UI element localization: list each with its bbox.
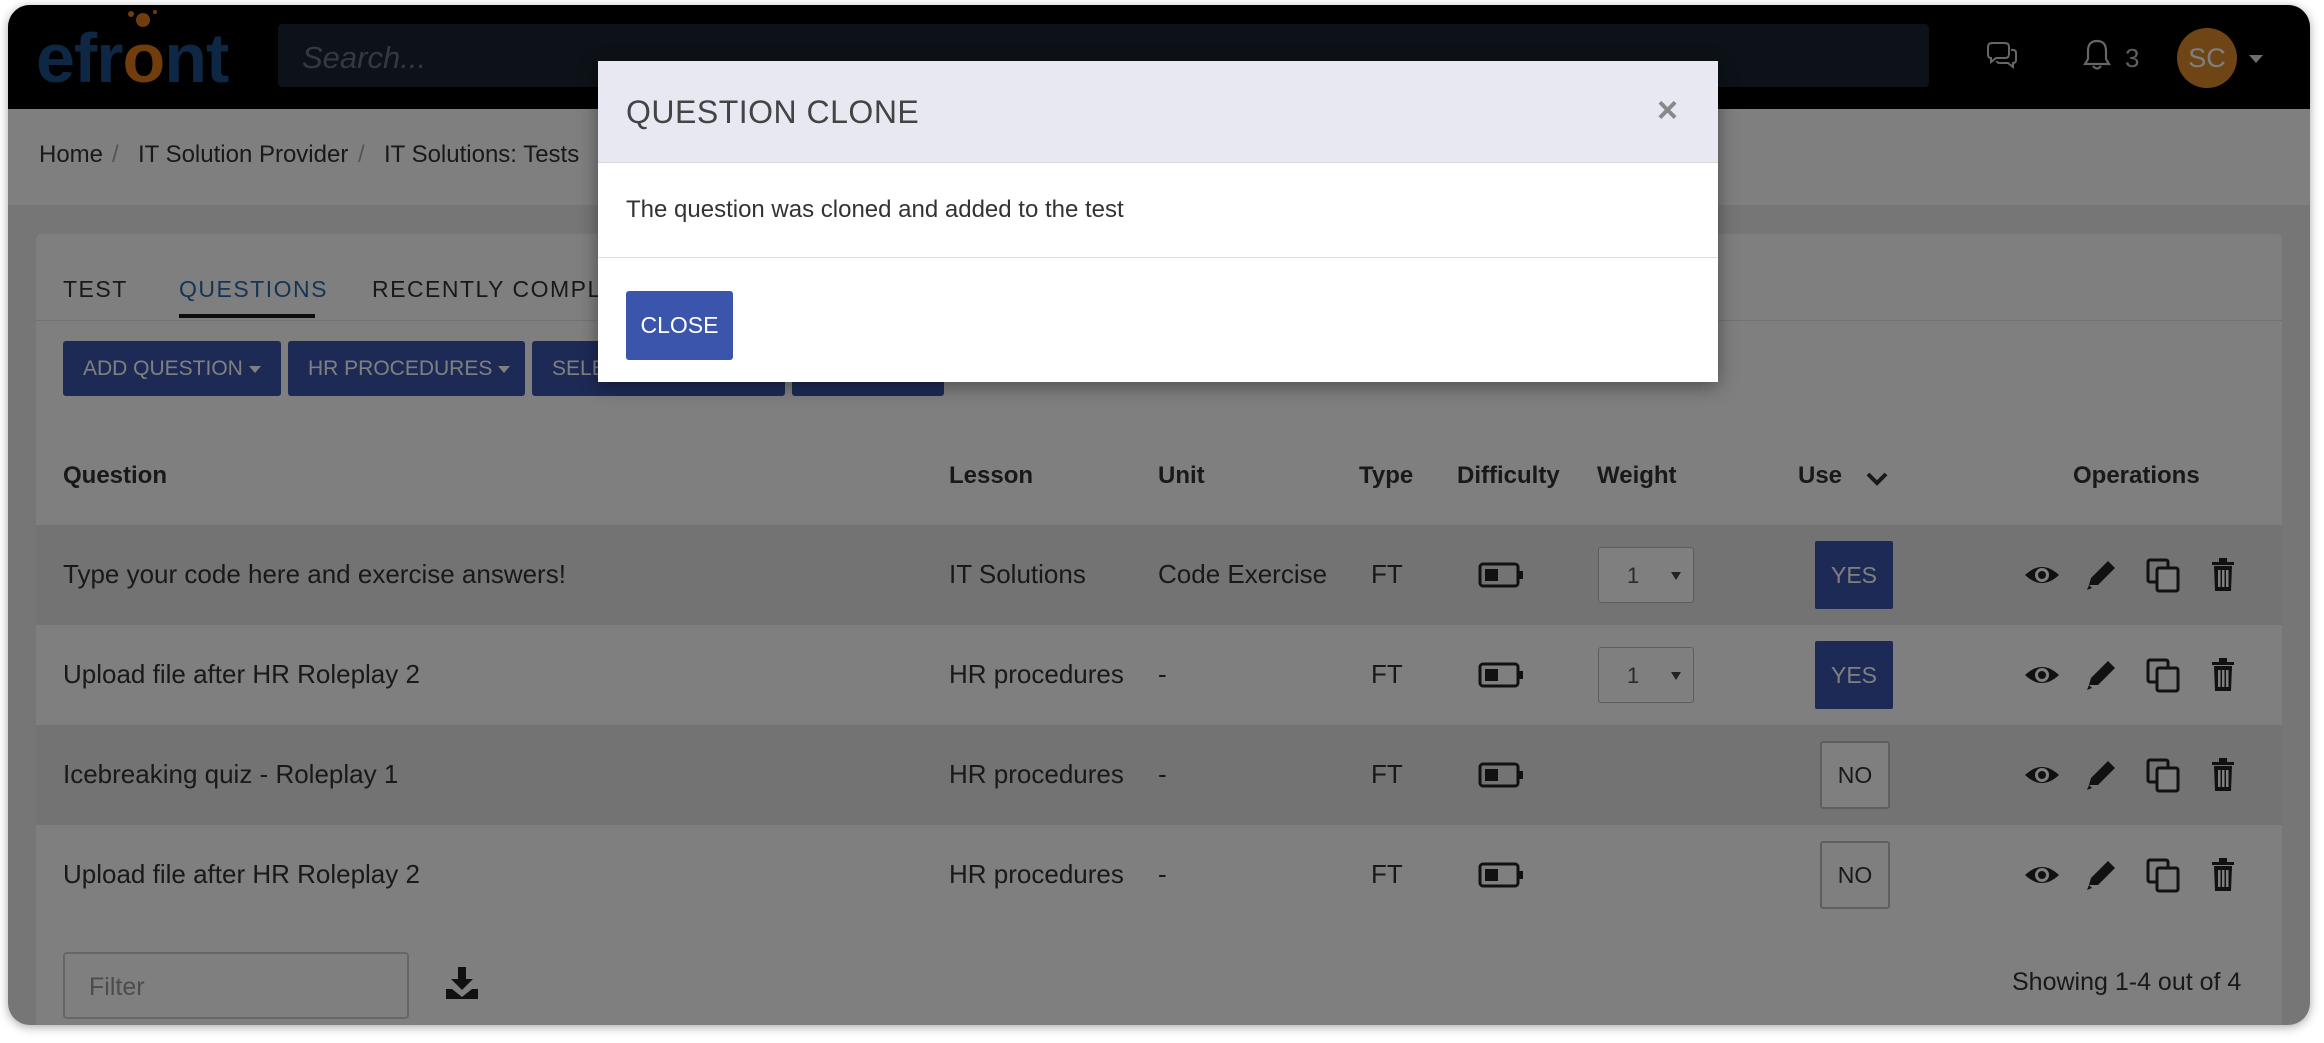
- modal-body: The question was cloned and added to the…: [598, 163, 1718, 258]
- question-clone-dialog: QUESTION CLONE × The question was cloned…: [598, 61, 1718, 382]
- modal-header: QUESTION CLONE ×: [598, 61, 1718, 163]
- close-button[interactable]: CLOSE: [626, 291, 733, 360]
- close-icon[interactable]: ×: [1657, 92, 1678, 128]
- app-window: efront Search... 3 SC Home / IT Solution…: [8, 5, 2310, 1025]
- modal-message: The question was cloned and added to the…: [626, 196, 1124, 223]
- modal-title: QUESTION CLONE: [626, 94, 920, 130]
